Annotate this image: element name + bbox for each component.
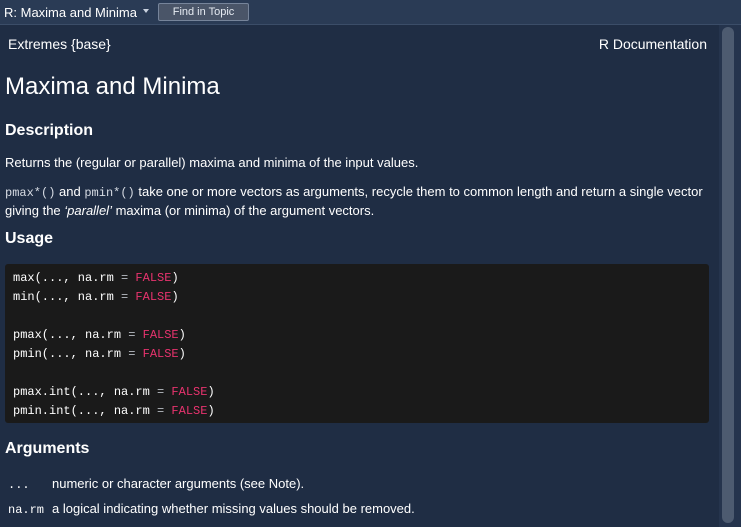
vertical-scrollbar[interactable] (719, 25, 741, 527)
arguments-heading: Arguments (5, 440, 90, 457)
code-line: pmax(..., na.rm = FALSE) (13, 328, 186, 342)
argument-name: na.rm (8, 503, 45, 517)
topic-title-dropdown[interactable]: R: Maxima and Minima (4, 5, 137, 20)
documentation-label: R Documentation (598, 36, 707, 52)
description-paragraph-2: pmax*() and pmin*() take one or more vec… (5, 183, 705, 219)
code-line: pmin(..., na.rm = FALSE) (13, 347, 186, 361)
help-content: Extremes {base} R Documentation Maxima a… (0, 25, 719, 527)
description-heading: Description (5, 122, 94, 139)
code-line: min(..., na.rm = FALSE) (13, 290, 179, 304)
usage-heading: Usage (5, 230, 54, 247)
code-line: max(..., na.rm = FALSE) (13, 271, 179, 285)
usage-code-block: max(..., na.rm = FALSE) min(..., na.rm =… (5, 264, 709, 423)
find-in-topic-button[interactable]: Find in Topic (158, 3, 249, 21)
description-text: and (55, 184, 85, 199)
package-reference: Extremes {base} (8, 36, 111, 52)
argument-description: numeric or character arguments (see Note… (52, 476, 305, 491)
help-tab-bar: R: Maxima and Minima Find in Topic (0, 0, 741, 25)
code-line: pmax.int(..., na.rm = FALSE) (13, 385, 215, 399)
argument-description: a logical indicating whether missing val… (52, 501, 415, 516)
description-paragraph-1: Returns the (regular or parallel) maxima… (5, 155, 419, 170)
parallel-emphasis: ‘parallel’ (64, 203, 112, 218)
pmin-code: pmin*() (84, 186, 135, 200)
page-title: Maxima and Minima (5, 73, 220, 100)
pmax-code: pmax*() (5, 186, 56, 200)
argument-name: ... (8, 478, 30, 492)
description-text: maxima (or minima) of the argument vecto… (111, 203, 375, 218)
code-line: pmin.int(..., na.rm = FALSE) (13, 404, 215, 418)
scrollbar-thumb[interactable] (722, 27, 734, 523)
chevron-down-icon[interactable] (143, 9, 149, 13)
